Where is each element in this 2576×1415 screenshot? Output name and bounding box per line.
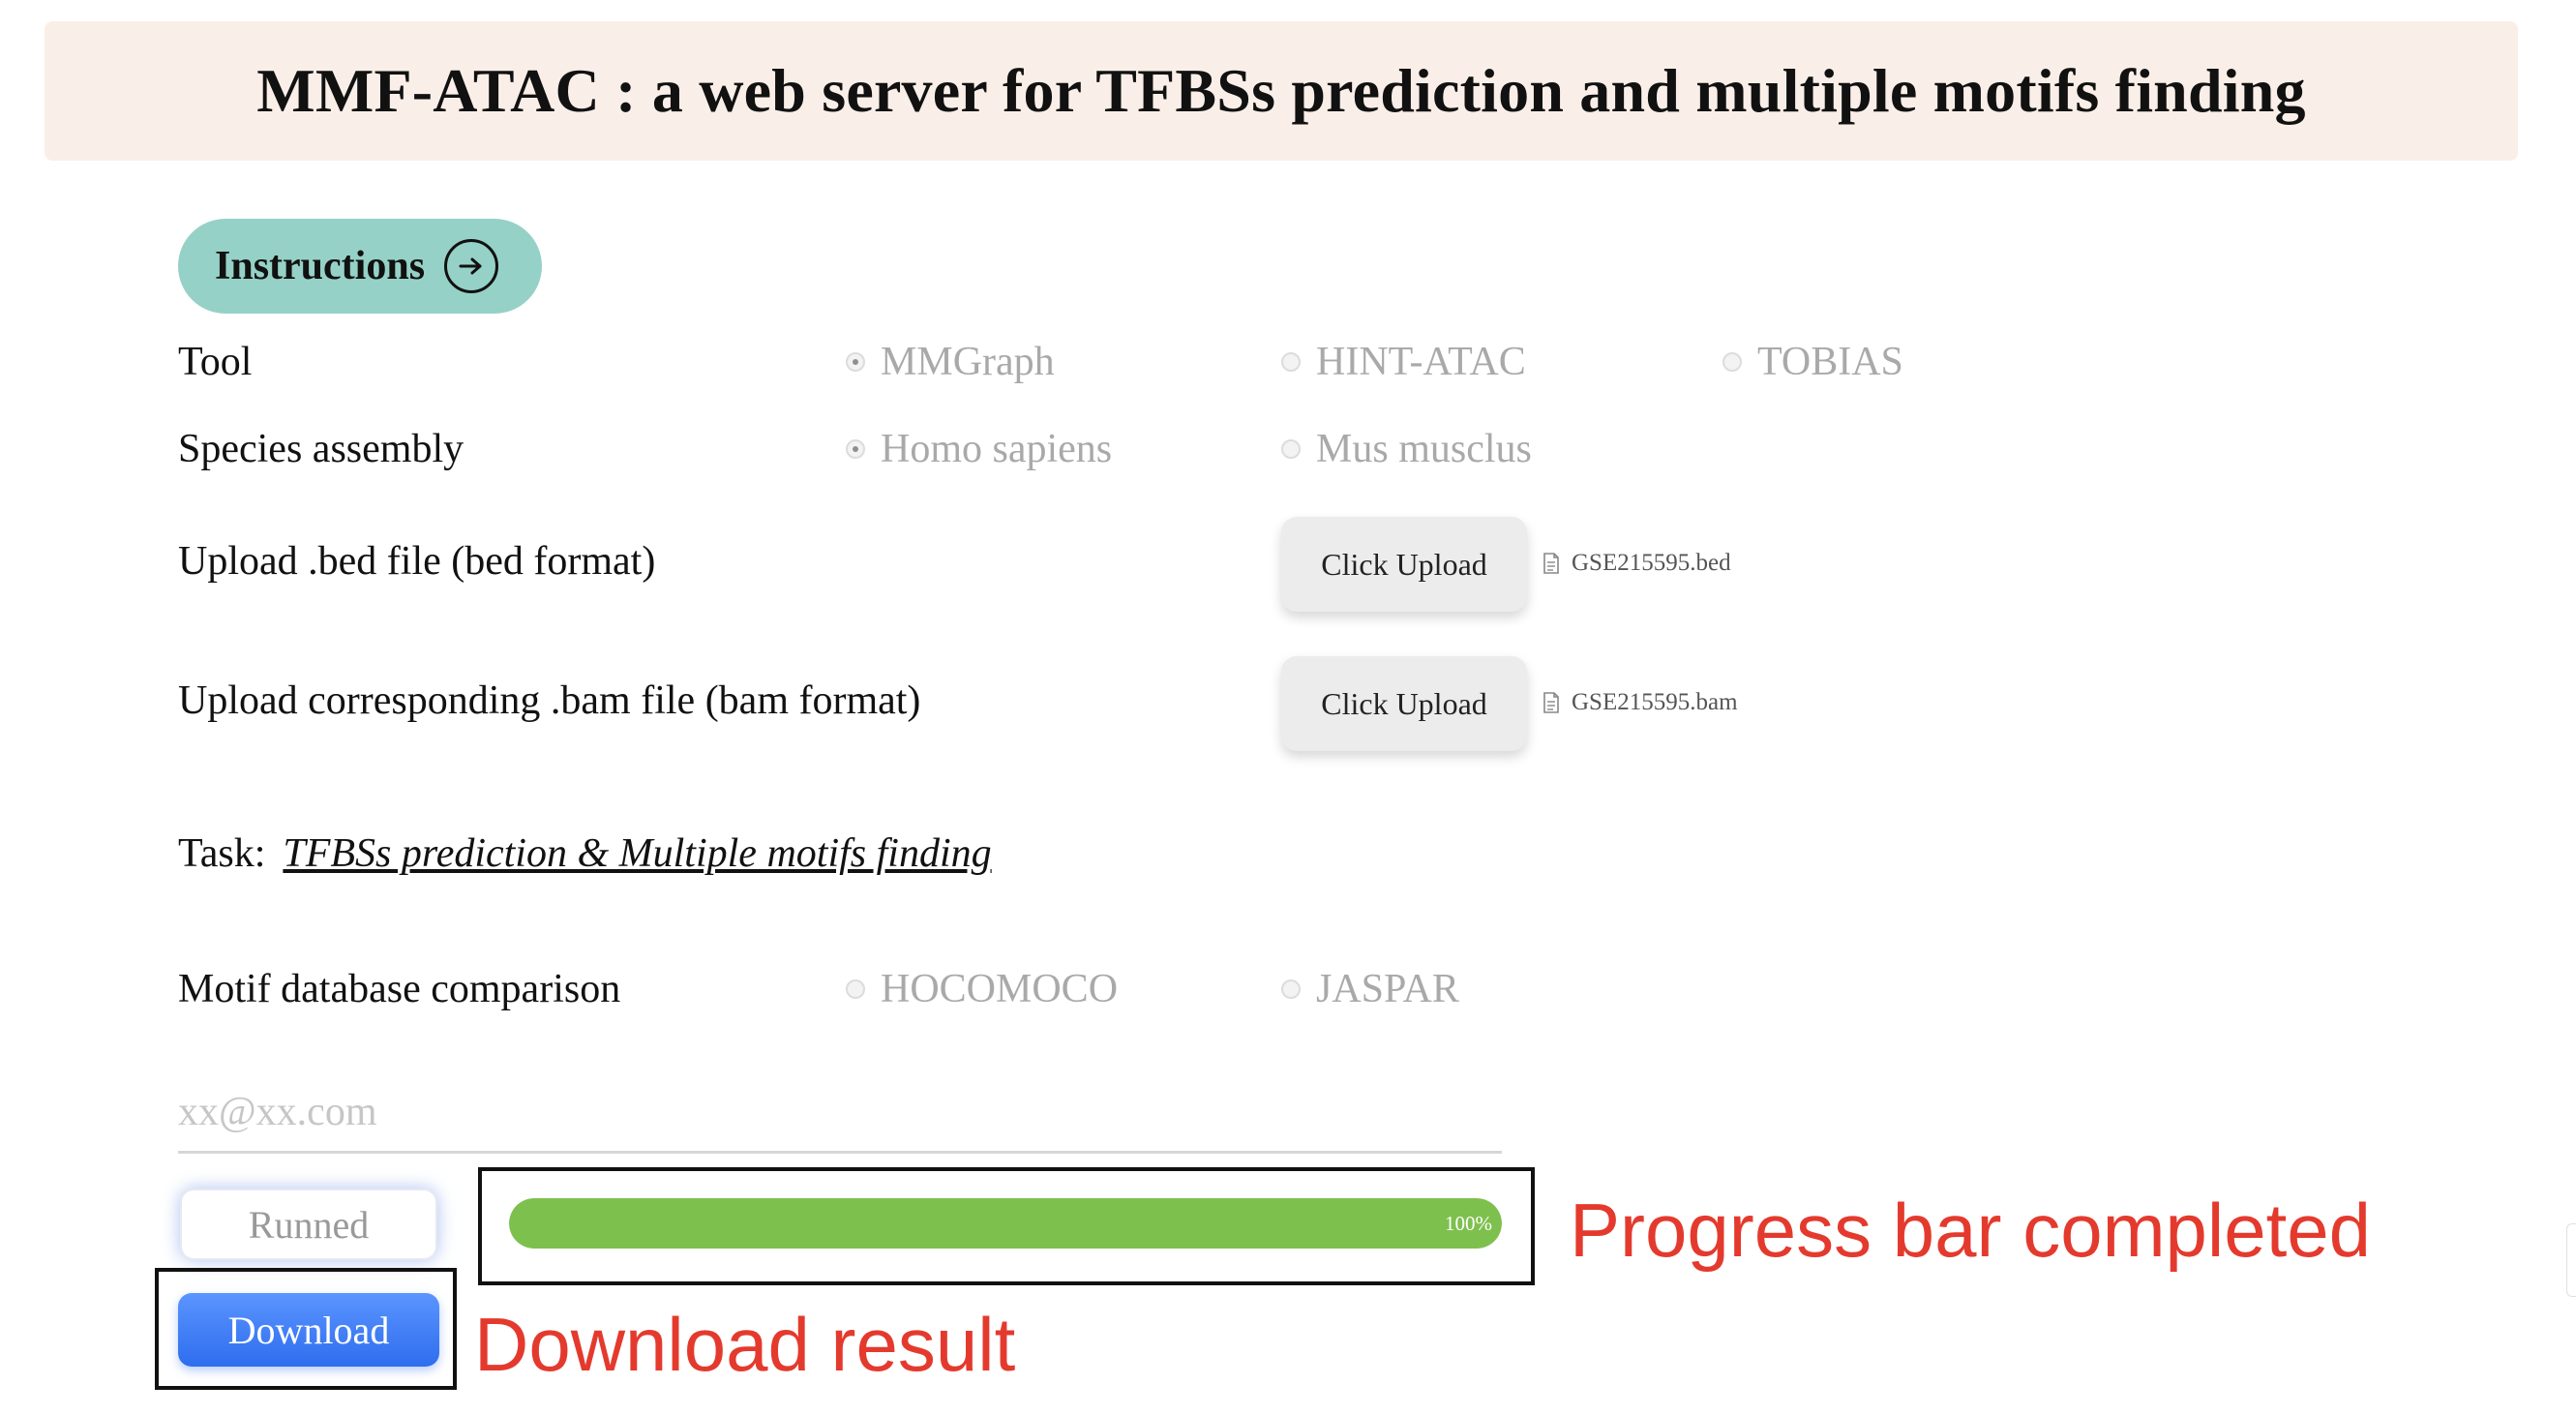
bam-upload-button[interactable]: Click Upload (1281, 656, 1527, 751)
species-option-label: Homo sapiens (881, 427, 1113, 471)
species-option-label: Mus musclus (1316, 427, 1532, 471)
download-button[interactable]: Download (178, 1293, 439, 1367)
runned-button[interactable]: Runned (180, 1189, 437, 1260)
radio-unchecked-icon (1281, 979, 1301, 999)
bam-file-name: GSE215595.bam (1572, 689, 1738, 715)
bed-file-name: GSE215595.bed (1572, 550, 1731, 576)
motif-db-option-label: JASPAR (1316, 967, 1459, 1011)
tool-option-tobias[interactable]: TOBIAS (1722, 339, 1903, 385)
arrow-right-circle-icon (444, 239, 499, 293)
motif-db-option-jaspar[interactable]: JASPAR (1281, 966, 1459, 1012)
species-option-homo-sapiens[interactable]: Homo sapiens (846, 426, 1112, 472)
bam-file-item[interactable]: GSE215595.bam (1543, 689, 1738, 716)
progress-bar: 100% (509, 1198, 1502, 1249)
species-label: Species assembly (178, 427, 464, 471)
page-header: MMF-ATAC : a web server for TFBSs predic… (45, 21, 2518, 161)
tool-option-label: HINT-ATAC (1316, 340, 1526, 384)
species-option-mus-musclus[interactable]: Mus musclus (1281, 426, 1532, 472)
bed-upload-button[interactable]: Click Upload (1281, 517, 1527, 612)
bam-upload-label: Upload corresponding .bam file (bam form… (178, 678, 921, 723)
task-label: Task: (178, 831, 266, 876)
radio-unchecked-icon (1281, 352, 1301, 372)
progress-text: 100% (1445, 1212, 1492, 1235)
tool-option-mmgraph[interactable]: MMGraph (846, 339, 1055, 385)
motif-db-option-label: HOCOMOCO (881, 967, 1119, 1011)
instructions-button[interactable]: Instructions (178, 219, 542, 314)
radio-checked-icon (846, 352, 865, 372)
task-link[interactable]: TFBSs prediction & Multiple motifs findi… (283, 831, 991, 876)
tool-label: Tool (178, 340, 253, 384)
side-edge-tab[interactable] (2566, 1223, 2576, 1297)
progress-annotation: Progress bar completed (1570, 1188, 2372, 1273)
page-title: MMF-ATAC : a web server for TFBSs predic… (256, 56, 2306, 125)
progress-fill: 100% (509, 1198, 1502, 1249)
file-icon (1543, 692, 1559, 713)
email-input[interactable] (178, 1072, 1502, 1154)
tool-option-hint-atac[interactable]: HINT-ATAC (1281, 339, 1526, 385)
tool-option-label: MMGraph (881, 340, 1055, 384)
bed-upload-label: Upload .bed file (bed format) (178, 539, 656, 584)
motif-db-option-hocomoco[interactable]: HOCOMOCO (846, 966, 1118, 1012)
radio-checked-icon (846, 439, 865, 459)
radio-unchecked-icon (1281, 439, 1301, 459)
download-annotation: Download result (474, 1302, 1016, 1387)
motif-db-label: Motif database comparison (178, 967, 621, 1011)
task-row: Task: TFBSs prediction & Multiple motifs … (178, 830, 992, 877)
tool-option-label: TOBIAS (1757, 340, 1903, 384)
file-icon (1543, 553, 1559, 574)
bed-file-item[interactable]: GSE215595.bed (1543, 550, 1731, 577)
instructions-label: Instructions (215, 244, 426, 288)
radio-unchecked-icon (1722, 352, 1742, 372)
radio-unchecked-icon (846, 979, 865, 999)
